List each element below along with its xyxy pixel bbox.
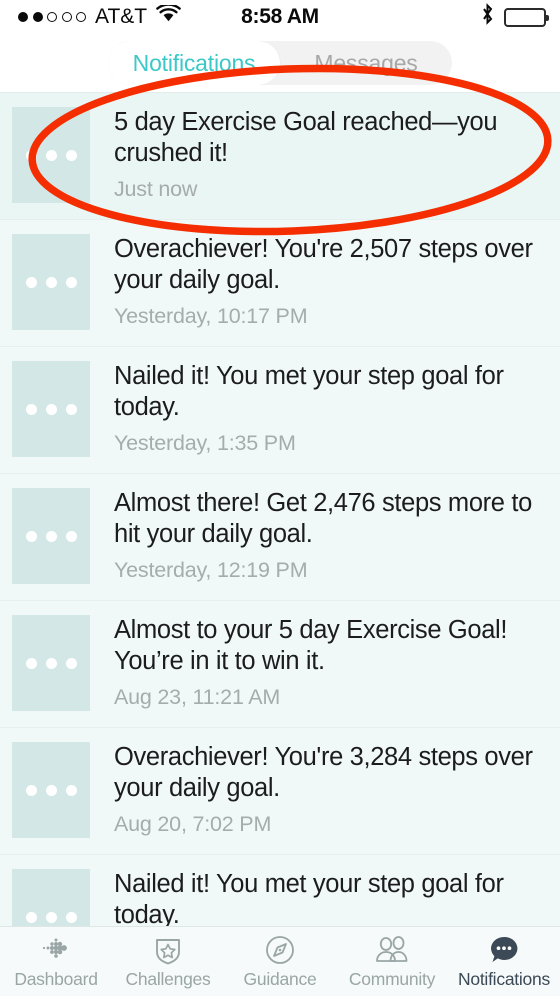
people-icon xyxy=(372,933,412,967)
dashboard-dots-icon xyxy=(39,933,73,967)
tab-label: Notifications xyxy=(457,969,551,989)
notification-title: Almost there! Get 2,476 steps more to hi… xyxy=(114,489,532,548)
notification-timestamp: Yesterday, 10:17 PM xyxy=(114,304,308,328)
battery-full-icon xyxy=(504,7,549,27)
notification-thumbnail xyxy=(12,869,90,926)
notification-thumbnail xyxy=(12,107,90,203)
notification-title: Almost to your 5 day Exercise Goal! You’… xyxy=(114,616,508,675)
notification-title: Nailed it! You met your step goal for to… xyxy=(114,362,504,421)
notification-row[interactable]: Nailed it! You met your step goal for to… xyxy=(0,854,560,926)
tab-messages[interactable]: Messages xyxy=(280,41,452,85)
notification-content: Almost to your 5 day Exercise Goal! You’… xyxy=(90,615,560,711)
notification-list[interactable]: 5 day Exercise Goal reached—you crushed … xyxy=(0,92,560,926)
notification-title: Overachiever! You're 2,507 steps over yo… xyxy=(114,235,533,294)
tab-community[interactable]: Community xyxy=(336,927,448,996)
tab-label: Guidance xyxy=(243,969,317,989)
notification-title: Overachiever! You're 3,284 steps over yo… xyxy=(114,743,533,802)
tab-guidance[interactable]: Guidance xyxy=(224,927,336,996)
compass-icon xyxy=(264,933,296,967)
bottom-tab-bar: Dashboard Challenges Guidance Community … xyxy=(0,926,560,996)
chat-bubble-dots-icon xyxy=(487,933,521,967)
tab-label: Community xyxy=(348,969,436,989)
notification-row[interactable]: Almost there! Get 2,476 steps more to hi… xyxy=(0,473,560,600)
tab-notifications-bottom[interactable]: Notifications xyxy=(448,927,560,996)
notification-content: Almost there! Get 2,476 steps more to hi… xyxy=(90,488,560,584)
notification-timestamp: Aug 23, 11:21 AM xyxy=(114,685,281,709)
notification-row[interactable]: Overachiever! You're 3,284 steps over yo… xyxy=(0,727,560,854)
notification-timestamp: Just now xyxy=(114,177,198,201)
notification-row[interactable]: Nailed it! You met your step goal for to… xyxy=(0,346,560,473)
notification-thumbnail xyxy=(12,488,90,584)
notification-thumbnail xyxy=(12,742,90,838)
notification-thumbnail xyxy=(12,615,90,711)
tab-dashboard[interactable]: Dashboard xyxy=(0,927,112,996)
tab-label: Dashboard xyxy=(14,969,98,989)
notification-row[interactable]: Overachiever! You're 2,507 steps over yo… xyxy=(0,219,560,346)
notification-row[interactable]: Almost to your 5 day Exercise Goal! You’… xyxy=(0,600,560,727)
notification-row[interactable]: 5 day Exercise Goal reached—you crushed … xyxy=(0,93,560,219)
tab-challenges[interactable]: Challenges xyxy=(112,927,224,996)
notification-timestamp: Yesterday, 1:35 PM xyxy=(114,431,296,455)
notification-timestamp: Yesterday, 12:19 PM xyxy=(114,558,308,582)
tab-label: Challenges xyxy=(125,969,211,989)
notification-content: Overachiever! You're 3,284 steps over yo… xyxy=(90,742,560,838)
tab-notifications[interactable]: Notifications xyxy=(108,41,280,85)
shield-star-icon xyxy=(152,933,184,967)
notification-content: Nailed it! You met your step goal for to… xyxy=(90,869,560,926)
notification-title: 5 day Exercise Goal reached—you crushed … xyxy=(114,108,498,167)
app-screen: AT&T 8:58 AM Notifications Messages 5 da… xyxy=(0,0,560,996)
status-bar: AT&T 8:58 AM xyxy=(0,0,560,34)
bluetooth-icon xyxy=(481,3,494,31)
segmented-control[interactable]: Notifications Messages xyxy=(108,41,452,85)
status-bar-right xyxy=(282,3,560,31)
notification-timestamp: Aug 20, 7:02 PM xyxy=(114,812,272,836)
notification-content: Nailed it! You met your step goal for to… xyxy=(90,361,560,457)
notification-content: 5 day Exercise Goal reached—you crushed … xyxy=(90,107,560,203)
notification-thumbnail xyxy=(12,234,90,330)
notification-title: Nailed it! You met your step goal for to… xyxy=(114,870,504,926)
notification-content: Overachiever! You're 2,507 steps over yo… xyxy=(90,234,560,330)
notification-thumbnail xyxy=(12,361,90,457)
segmented-control-container: Notifications Messages xyxy=(0,34,560,92)
